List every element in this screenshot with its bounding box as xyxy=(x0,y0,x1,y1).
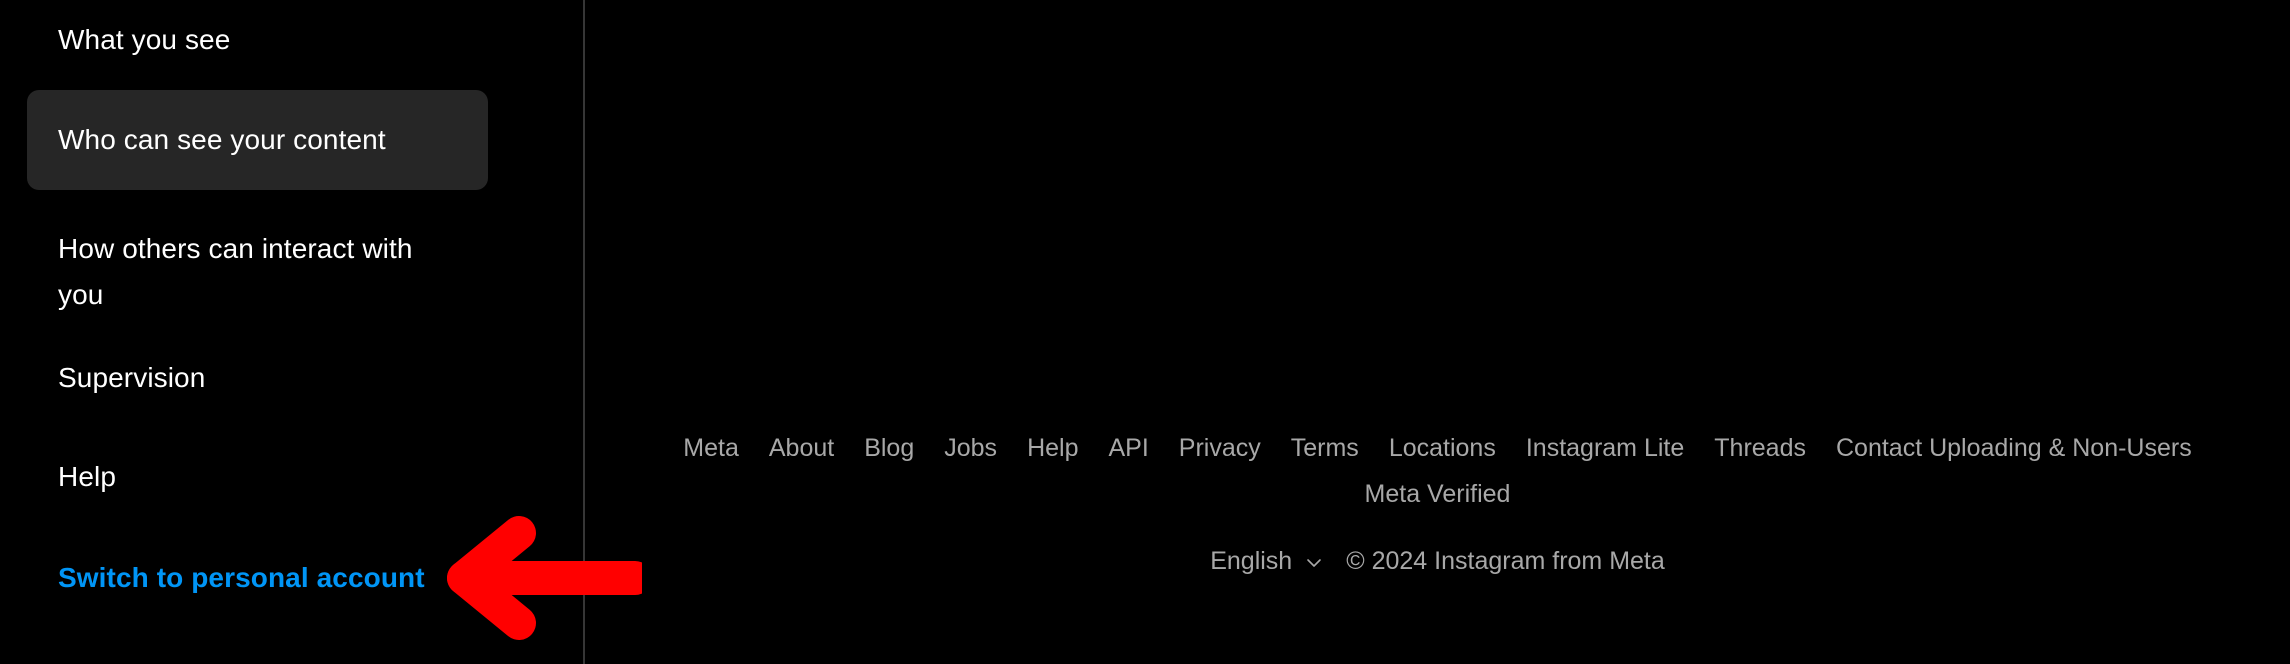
main-content: Meta About Blog Jobs Help API Privacy Te… xyxy=(585,0,2290,664)
sidebar-item-switch-to-personal-account[interactable]: Switch to personal account xyxy=(27,553,488,603)
sidebar-item-label: Switch to personal account xyxy=(58,562,425,593)
footer-link-blog[interactable]: Blog xyxy=(864,425,914,471)
footer-link-meta-verified[interactable]: Meta Verified xyxy=(1365,471,1511,517)
sidebar-item-label: How others can interact with you xyxy=(58,233,413,310)
sidebar-item-help[interactable]: Help xyxy=(27,452,488,502)
footer-link-instagram-lite[interactable]: Instagram Lite xyxy=(1526,425,1684,471)
footer-link-api[interactable]: API xyxy=(1108,425,1148,471)
footer-link-help[interactable]: Help xyxy=(1027,425,1078,471)
chevron-down-icon xyxy=(1304,553,1324,573)
page-footer: Meta About Blog Jobs Help API Privacy Te… xyxy=(585,425,2290,576)
footer-link-privacy[interactable]: Privacy xyxy=(1179,425,1261,471)
sidebar-item-supervision[interactable]: Supervision xyxy=(27,353,488,403)
copyright-text: © 2024 Instagram from Meta xyxy=(1346,547,1665,575)
sidebar-item-what-you-see[interactable]: What you see xyxy=(27,14,488,66)
sidebar-item-label: Help xyxy=(58,461,116,492)
language-selector[interactable]: English xyxy=(1210,546,1324,576)
footer-link-jobs[interactable]: Jobs xyxy=(944,425,997,471)
sidebar-item-label: Who can see your content xyxy=(58,124,386,155)
sidebar-item-label: What you see xyxy=(58,24,231,55)
footer-link-locations[interactable]: Locations xyxy=(1389,425,1496,471)
footer-link-terms[interactable]: Terms xyxy=(1291,425,1359,471)
sidebar-item-label: Supervision xyxy=(58,362,206,393)
sidebar-item-who-can-see-your-content[interactable]: Who can see your content xyxy=(27,90,488,190)
sidebar-item-how-others-can-interact-with-you[interactable]: How others can interact with you xyxy=(27,218,488,310)
settings-sidebar: What you see Who can see your content Ho… xyxy=(0,0,583,664)
footer-link-meta[interactable]: Meta xyxy=(683,425,739,471)
footer-link-about[interactable]: About xyxy=(769,425,834,471)
footer-link-threads[interactable]: Threads xyxy=(1714,425,1806,471)
footer-bottom-row: English © 2024 Instagram from Meta xyxy=(1210,546,1665,576)
language-selector-value: English xyxy=(1210,547,1293,575)
footer-links-row: Meta About Blog Jobs Help API Privacy Te… xyxy=(638,425,2238,517)
footer-link-contact-uploading-non-users[interactable]: Contact Uploading & Non-Users xyxy=(1836,425,2192,471)
app-root: What you see Who can see your content Ho… xyxy=(0,0,2290,664)
